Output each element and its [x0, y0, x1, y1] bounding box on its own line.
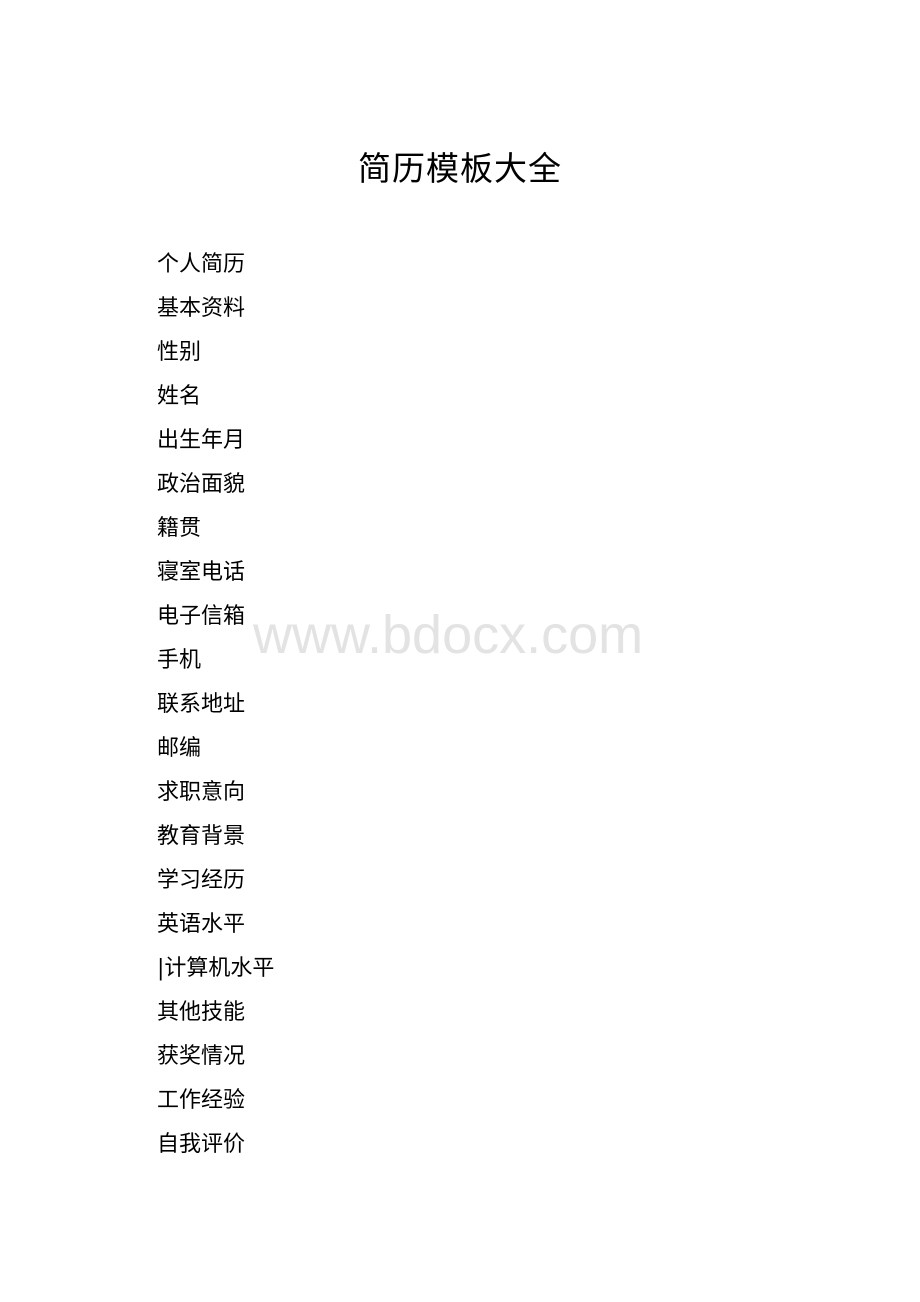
watermark: www.bdocx.com	[253, 605, 644, 665]
section-item: 寝室电话	[157, 560, 246, 585]
document-page: 简历模板大全 个人简历 基本资料 性别 姓名 出生年月 政治面貌 籍贯 寝室电话…	[0, 0, 920, 1302]
section-item: 其他技能	[157, 1000, 246, 1025]
section-item: 电子信箱	[157, 604, 246, 629]
section-list: 个人简历 基本资料 性别 姓名 出生年月 政治面貌 籍贯 寝室电话 电子信箱 手…	[157, 248, 274, 1172]
section-item: 学习经历	[157, 868, 246, 893]
section-item: 手机	[157, 648, 202, 673]
section-item: 姓名	[157, 384, 202, 409]
section-item: 籍贯	[157, 516, 202, 541]
section-item: 英语水平	[157, 912, 246, 937]
section-item: 联系地址	[157, 692, 246, 717]
section-item: |计算机水平	[157, 956, 275, 981]
section-item: 获奖情况	[157, 1044, 246, 1069]
section-item: 政治面貌	[157, 472, 246, 497]
section-item: 教育背景	[157, 824, 246, 849]
section-item: 个人简历	[157, 252, 246, 277]
section-item: 性别	[157, 340, 202, 365]
section-item: 工作经验	[157, 1088, 246, 1113]
document-title: 简历模板大全	[358, 149, 562, 188]
section-item: 出生年月	[157, 428, 246, 453]
section-item: 基本资料	[157, 296, 246, 321]
section-item: 求职意向	[157, 780, 246, 805]
section-item: 邮编	[157, 736, 202, 761]
section-item: 自我评价	[157, 1132, 246, 1157]
